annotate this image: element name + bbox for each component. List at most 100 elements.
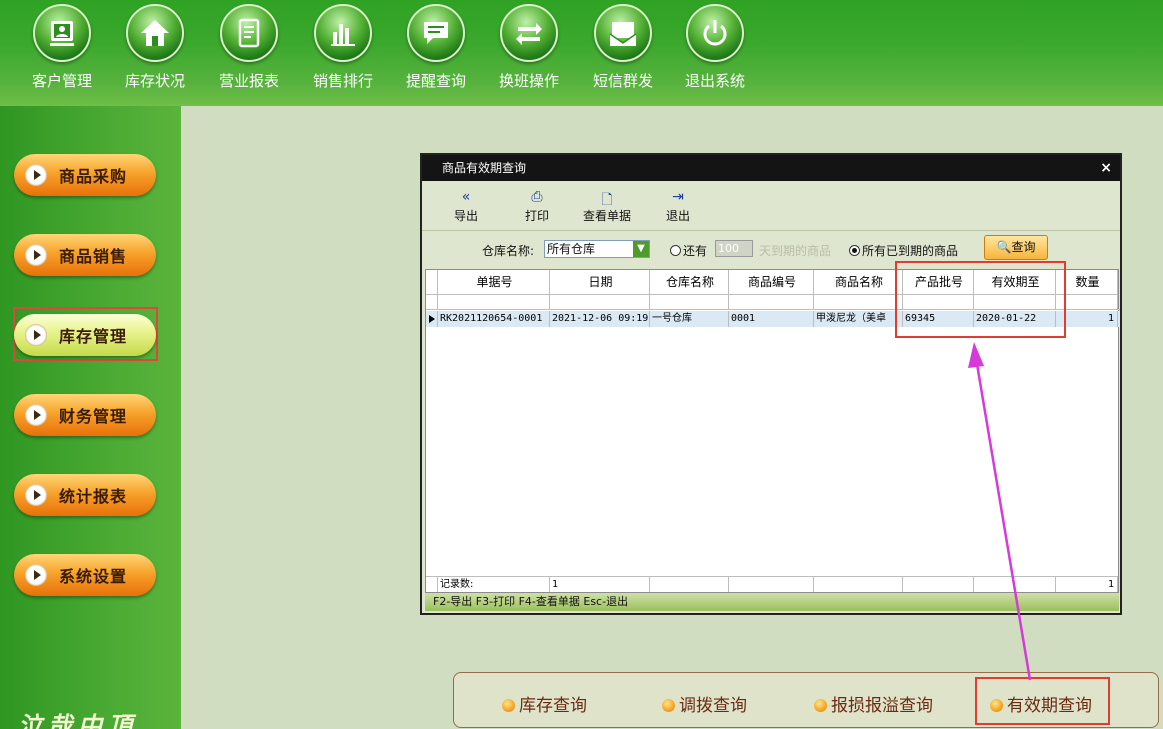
header-date[interactable]: 日期 bbox=[550, 270, 650, 295]
toolbar-label: 退出系统 bbox=[684, 72, 745, 90]
row-indicator-header bbox=[426, 270, 438, 295]
submenu-stock-query[interactable]: 库存查询 bbox=[502, 691, 587, 716]
bullet-icon bbox=[814, 699, 827, 712]
toolbar-customer-management[interactable]: 客户管理 bbox=[22, 4, 102, 91]
cell-date: 2021-12-06 09:19 bbox=[550, 311, 650, 327]
query-label: 查询 bbox=[1011, 240, 1036, 254]
filter-cell[interactable] bbox=[650, 295, 729, 309]
toolbar-shift-change[interactable]: 换班操作 bbox=[489, 4, 569, 91]
filter-cell[interactable] bbox=[550, 295, 650, 309]
play-icon bbox=[25, 564, 47, 586]
toolbar-label: 提醒查询 bbox=[405, 72, 466, 90]
sidebar-item-label: 商品销售 bbox=[59, 247, 128, 266]
filter-cell[interactable] bbox=[729, 295, 814, 309]
swap-icon bbox=[500, 4, 558, 62]
query-button[interactable]: 🔍查询 bbox=[984, 235, 1048, 260]
sidebar-item-label: 库存管理 bbox=[59, 327, 128, 346]
days-input[interactable]: 100 bbox=[715, 240, 753, 257]
cell-warehouse: 一号仓库 bbox=[650, 311, 729, 327]
footer-total: 1 bbox=[1056, 577, 1118, 592]
sidebar-item-label: 商品采购 bbox=[59, 167, 128, 186]
print-button[interactable]: ⎙ 打印 bbox=[525, 189, 549, 224]
play-icon bbox=[25, 244, 47, 266]
bar-chart-icon bbox=[314, 4, 372, 62]
sidebar-item-inventory[interactable]: 库存管理 bbox=[14, 314, 156, 356]
printer-icon: ⎙ bbox=[531, 189, 543, 205]
footer-cell bbox=[903, 577, 974, 592]
radio-selected-icon bbox=[849, 245, 860, 256]
dialog-title: 商品有效期查询 bbox=[442, 161, 527, 175]
toolbar-label: 销售排行 bbox=[312, 72, 373, 90]
brand-logo: 泣哉中頂 bbox=[18, 711, 138, 729]
expiry-query-dialog: 商品有效期查询 × « 导出 ⎙ 打印 🗋 查看单据 ⇥ 退出 仓库名称: 所有… bbox=[420, 153, 1122, 615]
top-toolbar: 客户管理 库存状况 营业报表 销售排行 提醒查询 换班操作 短信群发 退出系统 bbox=[0, 0, 1163, 106]
sidebar-item-finance[interactable]: 财务管理 bbox=[14, 394, 156, 436]
view-document-button[interactable]: 🗋 查看单据 bbox=[583, 189, 631, 224]
header-doc-no[interactable]: 单据号 bbox=[438, 270, 550, 295]
highlight-box bbox=[975, 677, 1110, 725]
double-chevron-left-icon: « bbox=[461, 189, 471, 205]
footer-record-count: 1 bbox=[550, 577, 650, 592]
home-icon bbox=[126, 4, 184, 62]
sidebar-item-sales[interactable]: 商品销售 bbox=[14, 234, 156, 276]
filter-cell[interactable] bbox=[438, 295, 550, 309]
sidebar-item-label: 系统设置 bbox=[59, 567, 128, 586]
footer-cell bbox=[814, 577, 903, 592]
toolbar-inventory-status[interactable]: 库存状况 bbox=[115, 4, 195, 91]
radio-days-remaining[interactable]: 还有 bbox=[670, 242, 707, 259]
play-icon bbox=[25, 324, 47, 346]
footer-indicator bbox=[426, 577, 438, 592]
header-warehouse[interactable]: 仓库名称 bbox=[650, 270, 729, 295]
warehouse-select[interactable]: 所有仓库 ▼ bbox=[544, 240, 650, 258]
submenu-label: 报损报溢查询 bbox=[831, 696, 933, 716]
toolbar-sms-broadcast[interactable]: 短信群发 bbox=[583, 4, 663, 91]
play-icon bbox=[25, 404, 47, 426]
sms-icon bbox=[594, 4, 652, 62]
toolbar-label: 库存状况 bbox=[124, 72, 185, 90]
exit-button[interactable]: ⇥ 退出 bbox=[666, 189, 690, 224]
export-label: 导出 bbox=[454, 209, 479, 223]
header-product-code[interactable]: 商品编号 bbox=[729, 270, 814, 295]
print-label: 打印 bbox=[525, 209, 550, 223]
footer-record-label: 记录数: bbox=[438, 577, 550, 592]
sidebar-item-purchase[interactable]: 商品采购 bbox=[14, 154, 156, 196]
exit-label: 退出 bbox=[666, 209, 691, 223]
toolbar-exit-system[interactable]: 退出系统 bbox=[675, 4, 755, 91]
sidebar-item-statistics[interactable]: 统计报表 bbox=[14, 474, 156, 516]
warehouse-value: 所有仓库 bbox=[547, 242, 596, 256]
warehouse-label: 仓库名称: bbox=[482, 244, 535, 258]
toolbar-business-report[interactable]: 营业报表 bbox=[209, 4, 289, 91]
filter-cell[interactable] bbox=[814, 295, 903, 309]
left-sidebar: 商品采购 商品销售 库存管理 财务管理 统计报表 系统设置 泣哉中頂 bbox=[0, 106, 181, 729]
chevron-down-icon[interactable]: ▼ bbox=[633, 241, 649, 257]
view-label: 查看单据 bbox=[583, 209, 632, 223]
search-icon: 🔍 bbox=[996, 240, 1012, 254]
row-indicator bbox=[426, 311, 438, 327]
toolbar-sales-ranking[interactable]: 销售排行 bbox=[303, 4, 383, 91]
footer-cell bbox=[974, 577, 1056, 592]
submenu-label: 调拨查询 bbox=[679, 696, 747, 716]
cell-product-code: 0001 bbox=[729, 311, 814, 327]
submenu-loss-overflow-query[interactable]: 报损报溢查询 bbox=[814, 691, 933, 716]
export-button[interactable]: « 导出 bbox=[454, 189, 478, 224]
toolbar-reminder-query[interactable]: 提醒查询 bbox=[396, 4, 476, 91]
header-product-name[interactable]: 商品名称 bbox=[814, 270, 903, 295]
footer-cell bbox=[729, 577, 814, 592]
sidebar-item-label: 统计报表 bbox=[59, 487, 128, 506]
message-icon bbox=[407, 4, 465, 62]
power-icon bbox=[686, 4, 744, 62]
status-bar: F2-导出 F3-打印 F4-查看单据 Esc-退出 bbox=[425, 593, 1119, 611]
close-icon[interactable]: × bbox=[1100, 155, 1112, 181]
radio-icon bbox=[670, 245, 681, 256]
bullet-icon bbox=[662, 699, 675, 712]
sidebar-item-settings[interactable]: 系统设置 bbox=[14, 554, 156, 596]
radio1-label: 还有 bbox=[683, 244, 708, 258]
customer-icon bbox=[33, 4, 91, 62]
toolbar-label: 换班操作 bbox=[498, 72, 559, 90]
play-icon bbox=[25, 484, 47, 506]
exit-door-icon: ⇥ bbox=[672, 189, 684, 205]
play-icon bbox=[25, 164, 47, 186]
dialog-titlebar: 商品有效期查询 × bbox=[422, 155, 1120, 181]
submenu-transfer-query[interactable]: 调拨查询 bbox=[662, 691, 747, 716]
radio-all-expired[interactable]: 所有已到期的商品 bbox=[849, 242, 958, 259]
